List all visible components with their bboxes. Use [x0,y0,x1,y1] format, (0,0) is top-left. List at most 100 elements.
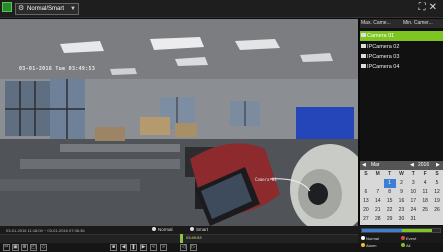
calendar-day[interactable]: 24 [407,206,419,215]
calendar-day[interactable]: 7 [372,188,384,197]
calendar-weekday: T [411,171,415,177]
camera-item-label: IPCamera 02 [367,44,400,50]
calendar-weekday: W [399,171,404,177]
calendar-day[interactable]: 22 [384,206,396,215]
calendar-day[interactable]: 14 [372,197,384,206]
top-bar: ⚙ Normal/Smart ▼ ⛶✕ [0,0,443,18]
calendar-day[interactable]: 20 [360,206,372,215]
calendar-day[interactable]: 11 [419,188,431,197]
playback-mode-icon [2,2,12,12]
calendar-day[interactable]: 23 [396,206,408,215]
record-segment [402,229,432,232]
checkbox-icon[interactable] [361,44,366,48]
calendar-day [360,179,372,188]
normal-dot-icon [152,227,156,231]
window-controls: ⛶✕ [419,2,440,14]
calendar-weekday: S [364,171,368,177]
osd-datetime: 03-01-2016 Tue 03:49:53 [19,66,96,72]
event-dot-icon [401,236,405,240]
camera-item-label: Camera 01 [367,33,395,39]
play-icon[interactable]: ▶ [140,244,147,251]
stop-icon[interactable]: ■ [110,244,117,251]
max-camera-header[interactable]: Max. Came... [361,19,391,28]
tag-icon[interactable]: ◇ [40,244,47,251]
calendar-day[interactable]: 13 [360,197,372,206]
camera-list-item[interactable]: Camera 01 [360,31,443,41]
min-camera-header[interactable]: Min. Camer... [403,19,433,28]
slow-icon[interactable]: « [150,244,157,251]
calendar-day[interactable]: 8 [384,188,396,197]
calendar-day[interactable]: 9 [396,188,408,197]
prev-month-icon[interactable]: ◀ [362,161,366,170]
calendar-grid: S M T W T F S 1 2 3 4 5 6 7 8 9 10 11 12 13 14 15 16 17 18 19 20 21… [360,170,443,224]
reverse-play-icon[interactable]: ◀ [120,244,127,251]
video-view[interactable]: 03-01-2016 Tue 03:49:53 Camera 01 [0,19,358,226]
all-dot-icon [401,243,405,247]
calendar-day[interactable]: 19 [431,197,443,206]
calendar-day [419,215,431,224]
timeline-ruler[interactable] [0,234,358,243]
calendar-day[interactable]: 6 [360,188,372,197]
calendar-day[interactable]: 15 [384,197,396,206]
lock-icon[interactable]: ◰ [30,244,37,251]
calendar-day [372,179,384,188]
legend-item-label: Event [406,236,417,241]
chevron-down-icon: ▼ [70,6,76,12]
calendar-weekday: T [388,171,392,177]
camera-list-item[interactable]: IPCamera 03 [360,52,443,62]
step-back-icon[interactable]: ◁ [180,244,187,251]
camera-item-label: IPCamera 03 [367,54,400,60]
alarm-dot-icon [361,243,365,247]
legend-normal: Normal [152,227,173,233]
calendar-weekday: S [435,171,439,177]
calendar-day[interactable]: 27 [360,215,372,224]
calendar-day[interactable]: 31 [407,215,419,224]
mode-dropdown-label: Normal/Smart [27,6,65,12]
calendar-year: 2016 [418,162,430,168]
legend-item-label: Alarm [366,243,377,248]
fast-icon[interactable]: » [160,244,167,251]
calendar-weekday: M [375,171,380,177]
pause-icon[interactable]: ❚ [130,244,137,251]
calendar-day[interactable]: 1 [383,179,396,188]
calendar-day [431,215,443,224]
save-clip-icon[interactable]: ▣ [12,244,19,251]
camera-list-item[interactable]: IPCamera 04 [360,62,443,72]
prev-year-icon[interactable]: ◀ [410,161,414,170]
camera-list-header: Max. Came... Min. Camer... [360,19,443,28]
calendar-day[interactable]: 5 [431,179,443,188]
calendar-day[interactable]: 2 [396,179,408,188]
checkbox-icon[interactable] [361,54,366,58]
next-year-icon[interactable]: ▶ [436,161,440,170]
calendar-day[interactable]: 18 [419,197,431,206]
calendar-day[interactable]: 26 [431,206,443,215]
timeline-cursor[interactable] [180,234,183,243]
calendar: ◀ Mar ◀ 2016 ▶ S M T W T F S 1 2 3 4 5 6 7 8 9 10 11 12 13 1… [360,161,443,225]
checkbox-icon[interactable] [361,64,366,68]
step-forward-icon[interactable]: ▷ [190,244,197,251]
fullscreen-icon[interactable]: ⛶ [419,2,429,13]
zoom-icon[interactable]: ⊕ [21,244,28,251]
calendar-day[interactable]: 10 [407,188,419,197]
checkbox-icon[interactable] [361,33,366,37]
calendar-day[interactable]: 3 [407,179,419,188]
calendar-day[interactable]: 4 [419,179,431,188]
calendar-day[interactable]: 28 [372,215,384,224]
close-icon[interactable]: ✕ [429,2,440,13]
calendar-day[interactable]: 12 [431,188,443,197]
mode-dropdown[interactable]: ⚙ Normal/Smart ▼ [15,3,79,15]
calendar-day[interactable]: 21 [372,206,384,215]
legend-item: All [401,243,410,248]
calendar-day[interactable]: 30 [396,215,408,224]
calendar-day[interactable]: 16 [396,197,408,206]
calendar-day[interactable]: 17 [407,197,419,206]
camera-item-label: IPCamera 04 [367,64,400,70]
camera-panel: Max. Came... Min. Camer... Camera 01 IPC… [360,19,443,226]
camera-frame-image [0,19,358,226]
legend-item: Event [401,236,416,241]
camera-list-item[interactable]: IPCamera 02 [360,42,443,52]
legend-smart-label: Smart [196,227,209,232]
clip-icon[interactable]: ✂ [3,244,10,251]
calendar-day[interactable]: 25 [419,206,431,215]
calendar-day[interactable]: 29 [384,215,396,224]
